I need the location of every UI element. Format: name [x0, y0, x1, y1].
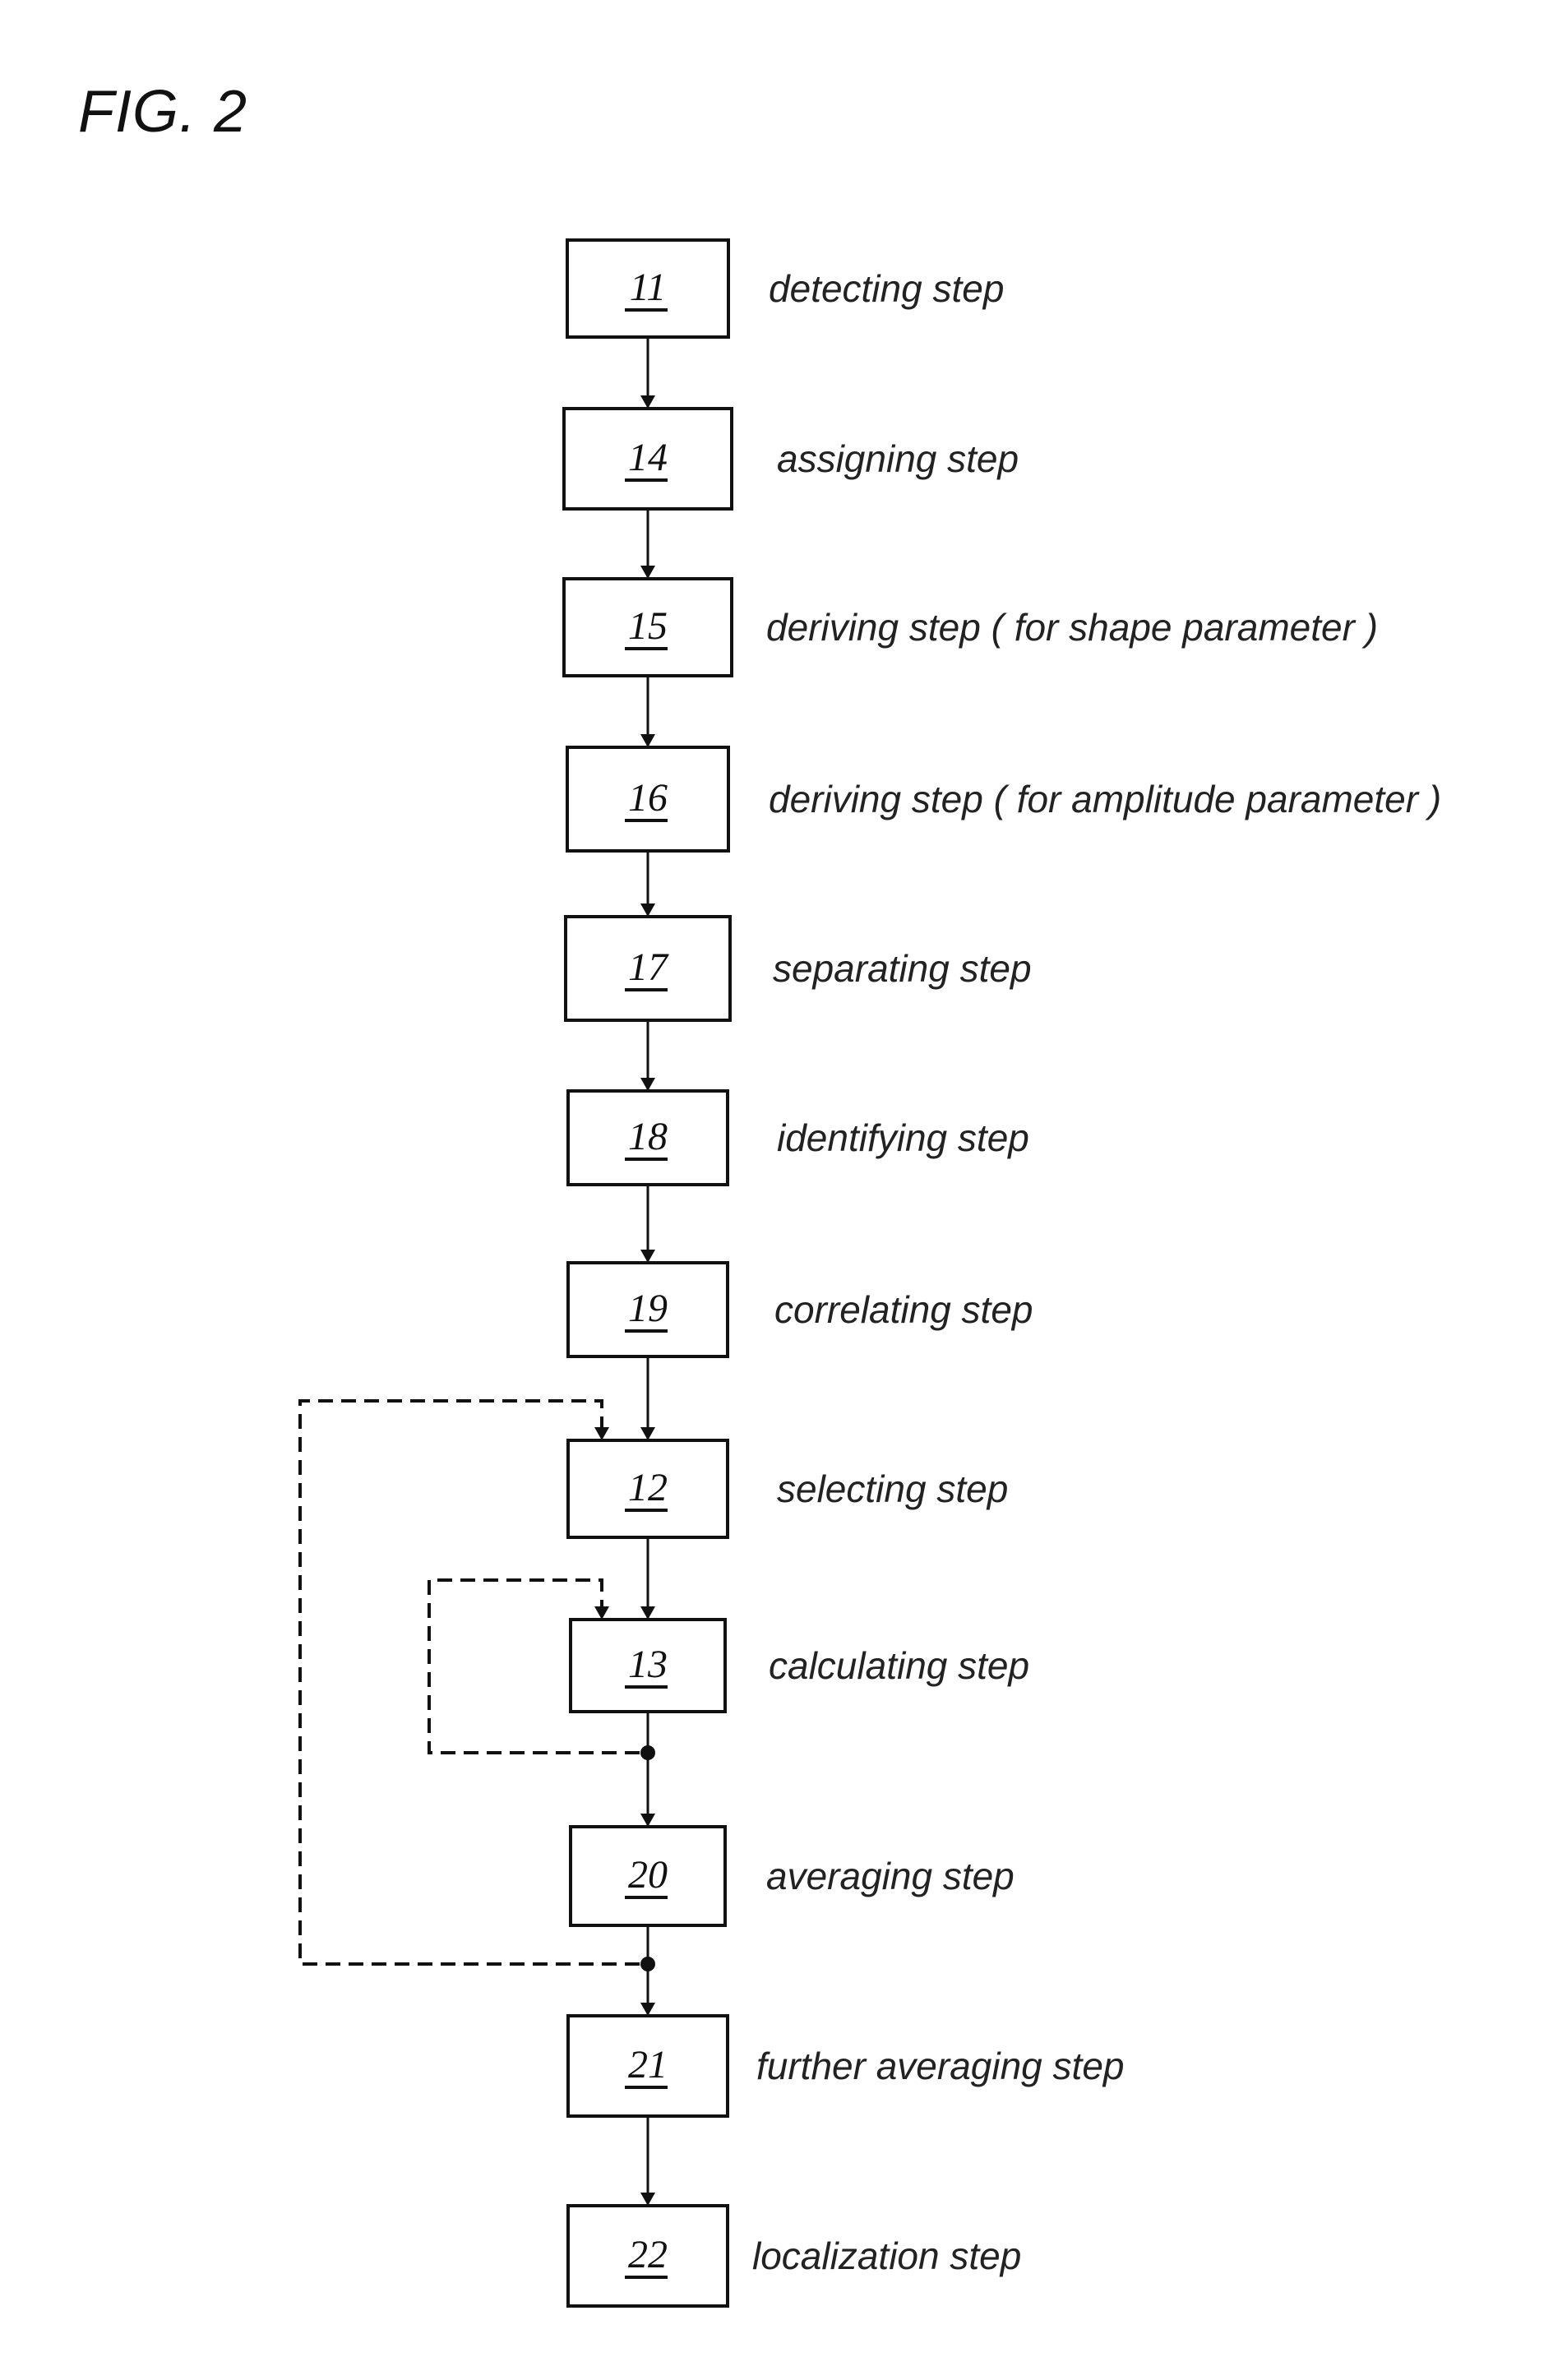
- step-label: averaging step: [766, 1855, 1015, 1897]
- arrow-down-icon: [640, 395, 655, 409]
- arrow-down-icon: [640, 1427, 655, 1440]
- step-number: 19: [628, 1287, 668, 1330]
- step-label: localization step: [752, 2234, 1021, 2277]
- arrow-down-icon: [640, 1606, 655, 1620]
- arrow-down-icon: [640, 2003, 655, 2016]
- loop-arrow-icon: [594, 1606, 609, 1620]
- step-17: 17 separating step: [564, 915, 1032, 1022]
- step-label: deriving step ( for shape parameter ): [766, 606, 1378, 649]
- step-number: 21: [628, 2043, 668, 2087]
- step-14: 14 assigning step: [562, 407, 1019, 511]
- arrow-down-icon: [640, 903, 655, 917]
- step-number: 20: [628, 1853, 668, 1897]
- step-16: 16 deriving step ( for amplitude paramete…: [566, 746, 1441, 853]
- step-label: correlating step: [774, 1288, 1033, 1331]
- step-label: detecting step: [769, 267, 1004, 310]
- step-number: 18: [628, 1115, 668, 1158]
- arrow-down-icon: [640, 1814, 655, 1827]
- step-label: calculating step: [769, 1644, 1029, 1687]
- loop-arrow-icon: [594, 1427, 609, 1440]
- step-11: 11 detecting step: [566, 238, 1004, 339]
- step-label: selecting step: [777, 1467, 1008, 1510]
- step-label: deriving step ( for amplitude parameter …: [769, 778, 1441, 820]
- step-number: 11: [630, 266, 666, 309]
- step-number: 22: [628, 2233, 668, 2276]
- step-label: identifying step: [777, 1116, 1029, 1159]
- step-number: 15: [628, 604, 668, 648]
- arrow-down-icon: [640, 2193, 655, 2206]
- step-label: assigning step: [777, 437, 1019, 480]
- junction-dot: [640, 1957, 655, 1971]
- step-label: separating step: [773, 947, 1032, 990]
- step-number: 12: [628, 1466, 668, 1509]
- step-21: 21 further averaging step: [566, 2014, 1125, 2118]
- step-19: 19 correlating step: [566, 1261, 1033, 1358]
- arrow-down-icon: [640, 1250, 655, 1263]
- step-label: further averaging step: [756, 2045, 1125, 2087]
- step-20: 20 averaging step: [569, 1825, 1015, 1927]
- step-number: 14: [628, 436, 668, 479]
- step-12: 12 selecting step: [566, 1439, 1008, 1539]
- arrow-down-icon: [640, 734, 655, 747]
- arrow-down-icon: [640, 566, 655, 579]
- step-18: 18 identifying step: [566, 1089, 1029, 1186]
- arrow-down-icon: [640, 1078, 655, 1091]
- step-number: 13: [628, 1643, 668, 1686]
- step-number: 16: [628, 776, 668, 820]
- step-boxes: 11 detecting step 14 assigning step 15 derivi…: [562, 238, 1441, 2308]
- step-15: 15 deriving step ( for shape parameter ): [562, 577, 1378, 677]
- step-number: 17: [628, 945, 669, 989]
- flowchart: 11 detecting step 14 assigning step 15 derivi…: [298, 238, 1441, 2308]
- junction-dot: [640, 1745, 655, 1760]
- step-22: 22 localization step: [566, 2204, 1021, 2308]
- step-13: 13 calculating step: [569, 1618, 1029, 1713]
